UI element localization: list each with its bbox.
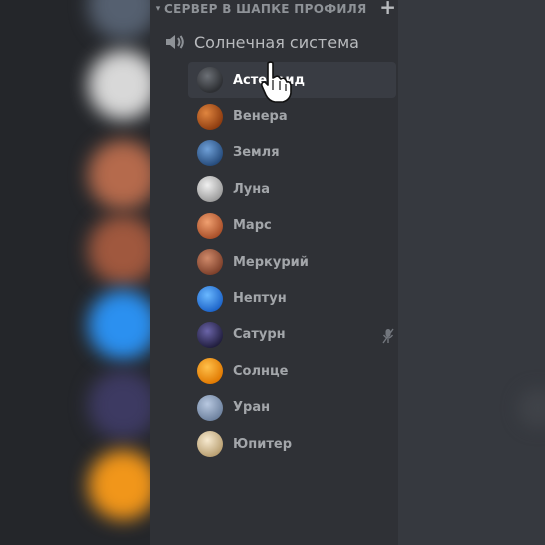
member-name: Солнце bbox=[233, 363, 289, 379]
voice-channel-name: Солнечная система bbox=[194, 32, 359, 52]
voice-channel[interactable]: Солнечная система bbox=[164, 28, 396, 56]
avatar bbox=[197, 431, 223, 458]
avatar bbox=[197, 139, 223, 166]
server-icon[interactable] bbox=[88, 370, 150, 440]
member-name: Уран bbox=[233, 400, 271, 416]
main-content-area bbox=[398, 0, 545, 545]
voice-member-list: Астероид Венера Земля Луна Марс Меркурий… bbox=[188, 62, 396, 462]
voice-member[interactable]: Сатурн bbox=[188, 317, 396, 353]
avatar bbox=[197, 321, 223, 348]
voice-member[interactable]: Юпитер bbox=[188, 426, 396, 462]
avatar bbox=[197, 67, 223, 94]
member-name: Юпитер bbox=[233, 436, 293, 452]
avatar bbox=[197, 249, 223, 276]
plus-icon[interactable]: + bbox=[379, 0, 396, 17]
mic-muted-icon bbox=[382, 328, 394, 344]
member-name: Меркурий bbox=[233, 254, 309, 270]
server-icon[interactable] bbox=[88, 0, 150, 40]
member-name: Луна bbox=[233, 181, 271, 197]
avatar bbox=[197, 358, 223, 385]
voice-member[interactable]: Марс bbox=[188, 208, 396, 244]
voice-member[interactable]: Солнце bbox=[188, 353, 396, 389]
server-icon[interactable] bbox=[88, 140, 150, 210]
server-list bbox=[0, 0, 150, 545]
chevron-down-icon[interactable]: ▾ bbox=[152, 4, 164, 14]
avatar bbox=[197, 394, 223, 421]
avatar bbox=[197, 103, 223, 130]
speaker-icon bbox=[166, 35, 184, 49]
member-name: Венера bbox=[233, 109, 288, 125]
voice-member[interactable]: Меркурий bbox=[188, 244, 396, 280]
server-icon[interactable] bbox=[88, 215, 150, 285]
member-name: Земля bbox=[233, 145, 280, 161]
avatar bbox=[197, 212, 223, 239]
server-icon[interactable] bbox=[88, 290, 150, 360]
server-icon[interactable] bbox=[88, 450, 150, 520]
member-name: Сатурн bbox=[233, 327, 286, 343]
avatar bbox=[197, 285, 223, 312]
member-name: Марс bbox=[233, 218, 272, 234]
voice-member[interactable]: Луна bbox=[188, 171, 396, 207]
voice-member[interactable]: Земля bbox=[188, 135, 396, 171]
server-icon[interactable] bbox=[88, 50, 150, 120]
voice-member[interactable]: Нептун bbox=[188, 280, 396, 316]
hand-cursor-icon bbox=[261, 61, 292, 103]
member-name: Нептун bbox=[233, 291, 287, 307]
avatar bbox=[197, 176, 223, 203]
voice-member[interactable]: Уран bbox=[188, 390, 396, 426]
category-label: СЕРВЕР В ШАПКЕ ПРОФИЛЯ bbox=[164, 2, 367, 16]
channel-category[interactable]: ▾ СЕРВЕР В ШАПКЕ ПРОФИЛЯ + bbox=[152, 0, 398, 18]
